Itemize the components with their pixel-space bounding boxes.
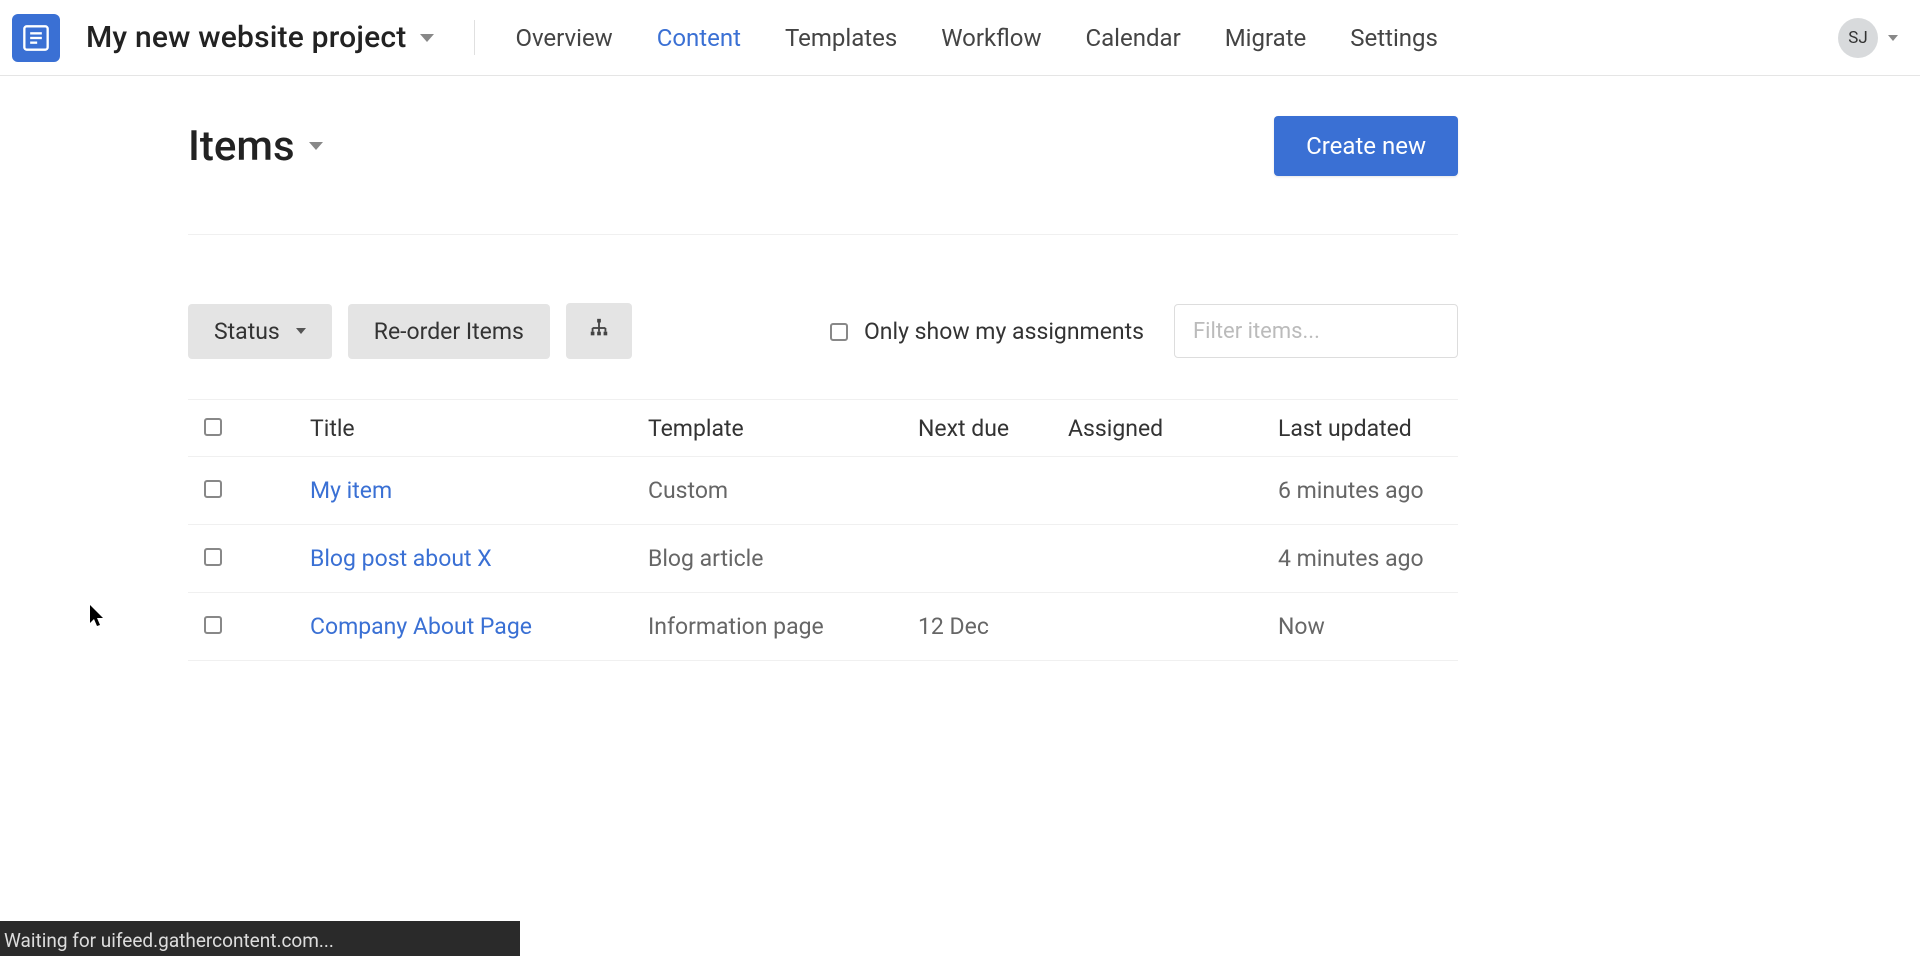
table-row: Blog post about X Blog article 4 minutes… [188, 525, 1458, 593]
col-header-next-due[interactable]: Next due [918, 415, 1068, 442]
item-last-updated: 6 minutes ago [1278, 477, 1424, 504]
status-filter-button[interactable]: Status [188, 304, 332, 359]
col-header-title[interactable]: Title [310, 415, 648, 442]
toolbar: Status Re-order Items [188, 303, 1458, 359]
app-logo-icon[interactable] [12, 14, 60, 62]
chevron-down-icon[interactable] [1888, 35, 1898, 41]
table-row: Company About Page Information page 12 D… [188, 593, 1458, 661]
item-template: Blog article [648, 545, 763, 572]
page-title: Items [188, 122, 295, 171]
checkbox-icon [830, 323, 848, 341]
nav-calendar[interactable]: Calendar [1086, 24, 1181, 52]
nav-overview[interactable]: Overview [515, 24, 612, 52]
browser-status-bar: Waiting for uifeed.gathercontent.com... [0, 921, 520, 956]
item-last-updated: Now [1278, 613, 1325, 640]
page-title-selector[interactable]: Items [188, 122, 323, 171]
items-table: Title Template Next due Assigned Last up… [188, 399, 1458, 661]
status-filter-label: Status [214, 318, 280, 345]
chevron-down-icon [420, 34, 434, 42]
item-title-link[interactable]: Company About Page [310, 613, 532, 640]
nav-workflow[interactable]: Workflow [941, 24, 1041, 52]
page-header: Items Create new [188, 116, 1458, 235]
avatar[interactable]: SJ [1838, 18, 1878, 58]
project-selector[interactable]: My new website project [86, 20, 475, 55]
item-next-due: 12 Dec [918, 613, 989, 640]
chevron-down-icon [296, 328, 306, 334]
my-assignments-toggle[interactable]: Only show my assignments [830, 318, 1144, 345]
item-title-link[interactable]: My item [310, 477, 392, 504]
reorder-items-button[interactable]: Re-order Items [348, 304, 550, 359]
row-checkbox[interactable] [188, 613, 248, 640]
main-nav: Overview Content Templates Workflow Cale… [515, 24, 1437, 52]
nav-migrate[interactable]: Migrate [1225, 24, 1307, 52]
col-header-template[interactable]: Template [648, 415, 918, 442]
nav-templates[interactable]: Templates [785, 24, 897, 52]
item-last-updated: 4 minutes ago [1278, 545, 1424, 572]
chevron-down-icon [309, 142, 323, 150]
select-all-checkbox[interactable] [188, 415, 248, 442]
item-template: Custom [648, 477, 728, 504]
col-header-assigned[interactable]: Assigned [1068, 415, 1278, 442]
header-right: SJ [1838, 18, 1898, 58]
nav-content[interactable]: Content [657, 24, 741, 52]
create-new-button[interactable]: Create new [1274, 116, 1458, 176]
my-assignments-label: Only show my assignments [864, 318, 1144, 345]
table-row: My item Custom 6 minutes ago [188, 457, 1458, 525]
table-header-row: Title Template Next due Assigned Last up… [188, 399, 1458, 457]
project-title: My new website project [86, 20, 406, 55]
hierarchy-icon [588, 317, 610, 345]
row-checkbox[interactable] [188, 477, 248, 504]
col-header-last-updated[interactable]: Last updated [1278, 415, 1458, 442]
item-title-link[interactable]: Blog post about X [310, 545, 492, 572]
item-template: Information page [648, 613, 824, 640]
cursor-icon [90, 605, 106, 632]
filter-controls: Only show my assignments [830, 304, 1458, 358]
nav-settings[interactable]: Settings [1350, 24, 1438, 52]
main-content: Items Create new Status Re-order Items [188, 76, 1458, 661]
hierarchy-view-button[interactable] [566, 303, 632, 359]
filter-items-input[interactable] [1174, 304, 1458, 358]
app-header: My new website project Overview Content … [0, 0, 1920, 76]
row-checkbox[interactable] [188, 545, 248, 572]
